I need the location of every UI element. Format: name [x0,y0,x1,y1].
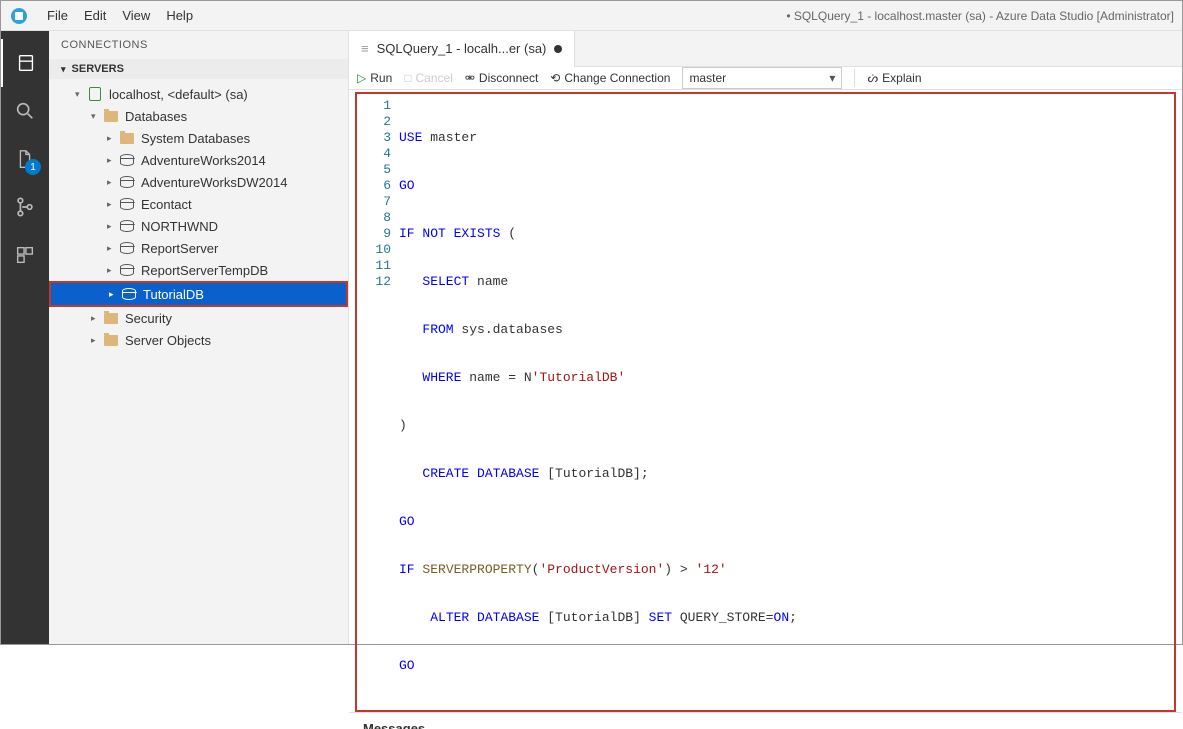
database-icon [121,286,137,302]
tree-db-northwnd[interactable]: ▸NORTHWND [49,215,348,237]
tree-db-tutorialdb[interactable]: ▸TutorialDB [49,281,348,307]
line-gutter: 123456789101112 [357,94,399,710]
database-icon [119,152,135,168]
disconnect-icon: ⚮ [465,71,475,85]
activity-servers[interactable] [1,39,49,87]
folder-icon [103,310,119,326]
database-icon [119,174,135,190]
sidebar-section-servers[interactable]: SERVERS [49,59,348,79]
explain-button[interactable]: ᔖExplain [867,71,921,85]
server-icon [87,86,103,102]
tree-folder-security[interactable]: ▸Security [49,307,348,329]
folder-icon [103,108,119,124]
file-icon: ≡ [361,41,369,56]
editor-column: ≡ SQLQuery_1 - localh...er (sa) ▷Run □Ca… [349,31,1182,644]
editor-tabs: ≡ SQLQuery_1 - localh...er (sa) [349,31,1182,67]
tree-folder-databases[interactable]: ▾Databases [49,105,348,127]
code-content[interactable]: USE master GO IF NOT EXISTS ( SELECT nam… [399,94,1174,710]
folder-icon [103,332,119,348]
database-icon [119,240,135,256]
code-editor[interactable]: 123456789101112 USE master GO IF NOT EXI… [355,92,1176,712]
menu-view[interactable]: View [114,8,158,23]
activity-bar: 1 [1,31,49,644]
database-icon [119,218,135,234]
tree-db-adventureworksdw2014[interactable]: ▸AdventureWorksDW2014 [49,171,348,193]
tree-server[interactable]: ▾localhost, <default> (sa) [49,83,348,105]
menu-file[interactable]: File [39,8,76,23]
server-tree: ▾localhost, <default> (sa) ▾Databases ▸S… [49,79,348,355]
sidebar-title: CONNECTIONS [49,31,348,59]
tree-db-adventureworks2014[interactable]: ▸AdventureWorks2014 [49,149,348,171]
folder-icon [119,130,135,146]
sidebar: CONNECTIONS SERVERS ▾localhost, <default… [49,31,349,644]
disconnect-button[interactable]: ⚮Disconnect [465,71,538,85]
database-icon [119,196,135,212]
play-icon: ▷ [357,71,366,85]
stop-icon: □ [404,71,411,85]
database-select[interactable]: master [682,67,842,89]
tab-label: SQLQuery_1 - localh...er (sa) [377,41,547,56]
messages-title: Messages [363,721,425,729]
menubar: File Edit View Help • SQLQuery_1 - local… [1,1,1182,31]
dirty-indicator-icon [554,45,562,53]
messages-panel: Messages 12:37:35 PMStarted executing qu… [349,712,1182,729]
tree-db-econtact[interactable]: ▸Econtact [49,193,348,215]
database-icon [119,262,135,278]
explain-icon: ᔖ [867,71,878,85]
tree-db-system[interactable]: ▸System Databases [49,127,348,149]
window-title: • SQLQuery_1 - localhost.master (sa) - A… [786,9,1174,23]
activity-search[interactable] [1,87,49,135]
tab-sqlquery1[interactable]: ≡ SQLQuery_1 - localh...er (sa) [349,31,575,67]
tree-folder-server-objects[interactable]: ▸Server Objects [49,329,348,351]
run-button[interactable]: ▷Run [357,71,392,85]
activity-explorer[interactable]: 1 [1,135,49,183]
change-connection-button[interactable]: ⟲Change Connection [550,71,670,85]
explorer-badge: 1 [25,159,41,175]
app-logo-icon [9,6,29,26]
tree-db-reportserver[interactable]: ▸ReportServer [49,237,348,259]
menu-help[interactable]: Help [158,8,201,23]
tree-db-reportservertempdb[interactable]: ▸ReportServerTempDB [49,259,348,281]
query-toolbar: ▷Run □Cancel ⚮Disconnect ⟲Change Connect… [349,67,1182,90]
activity-source-control[interactable] [1,183,49,231]
cancel-button[interactable]: □Cancel [404,71,453,85]
activity-extensions[interactable] [1,231,49,279]
toolbar-separator [854,69,855,87]
menu-edit[interactable]: Edit [76,8,114,23]
change-connection-icon: ⟲ [550,71,560,85]
